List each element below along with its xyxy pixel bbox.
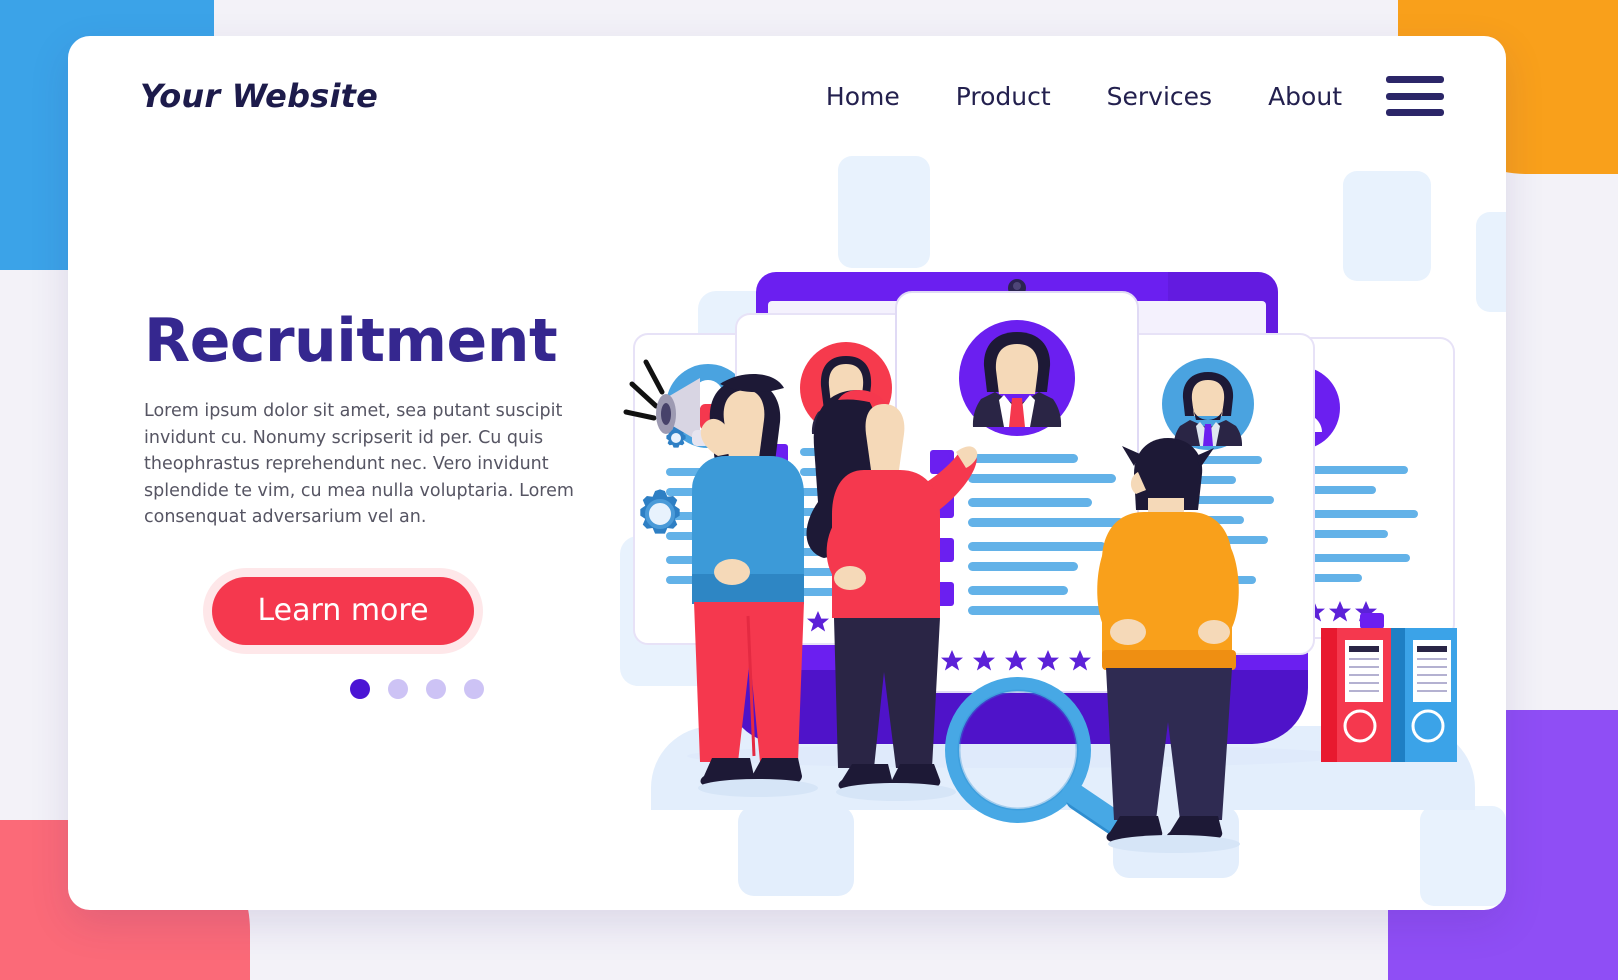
site-logo[interactable]: Your Website [140,77,378,115]
site-header: Your Website Home Product Services About [68,36,1506,156]
carousel-dots [350,678,664,699]
hamburger-bar-1 [1386,76,1444,83]
page-title: Recruitment [144,306,558,376]
binder-blue [1391,628,1457,762]
main-navigation: Home Product Services About [826,82,1342,111]
carousel-dot-2[interactable] [388,678,408,699]
nav-item-product[interactable]: Product [956,82,1051,111]
carousel-dot-4[interactable] [464,678,484,699]
binder-red [1321,628,1391,762]
nav-item-services[interactable]: Services [1107,82,1212,111]
nav-item-about[interactable]: About [1268,82,1342,111]
hamburger-bar-2 [1386,92,1444,100]
learn-more-button[interactable]: Learn more [212,576,474,645]
hero-description: Lorem ipsum dolor sit amet, sea putant s… [144,401,574,528]
page-root: Your Website Home Product Services About… [0,0,1618,980]
nav-item-home[interactable]: Home [826,82,900,111]
carousel-dot-1[interactable] [350,678,370,699]
carousel-dot-3[interactable] [426,678,446,699]
recruitment-illustration [608,116,1506,906]
hero-section: Recruitment Lorem ipsum dolor sit amet, … [144,306,664,699]
hamburger-menu-icon[interactable] [1386,76,1444,116]
binder-group [1321,613,1457,762]
hamburger-bar-3 [1386,109,1444,116]
landing-page-card: Your Website Home Product Services About… [68,36,1506,910]
